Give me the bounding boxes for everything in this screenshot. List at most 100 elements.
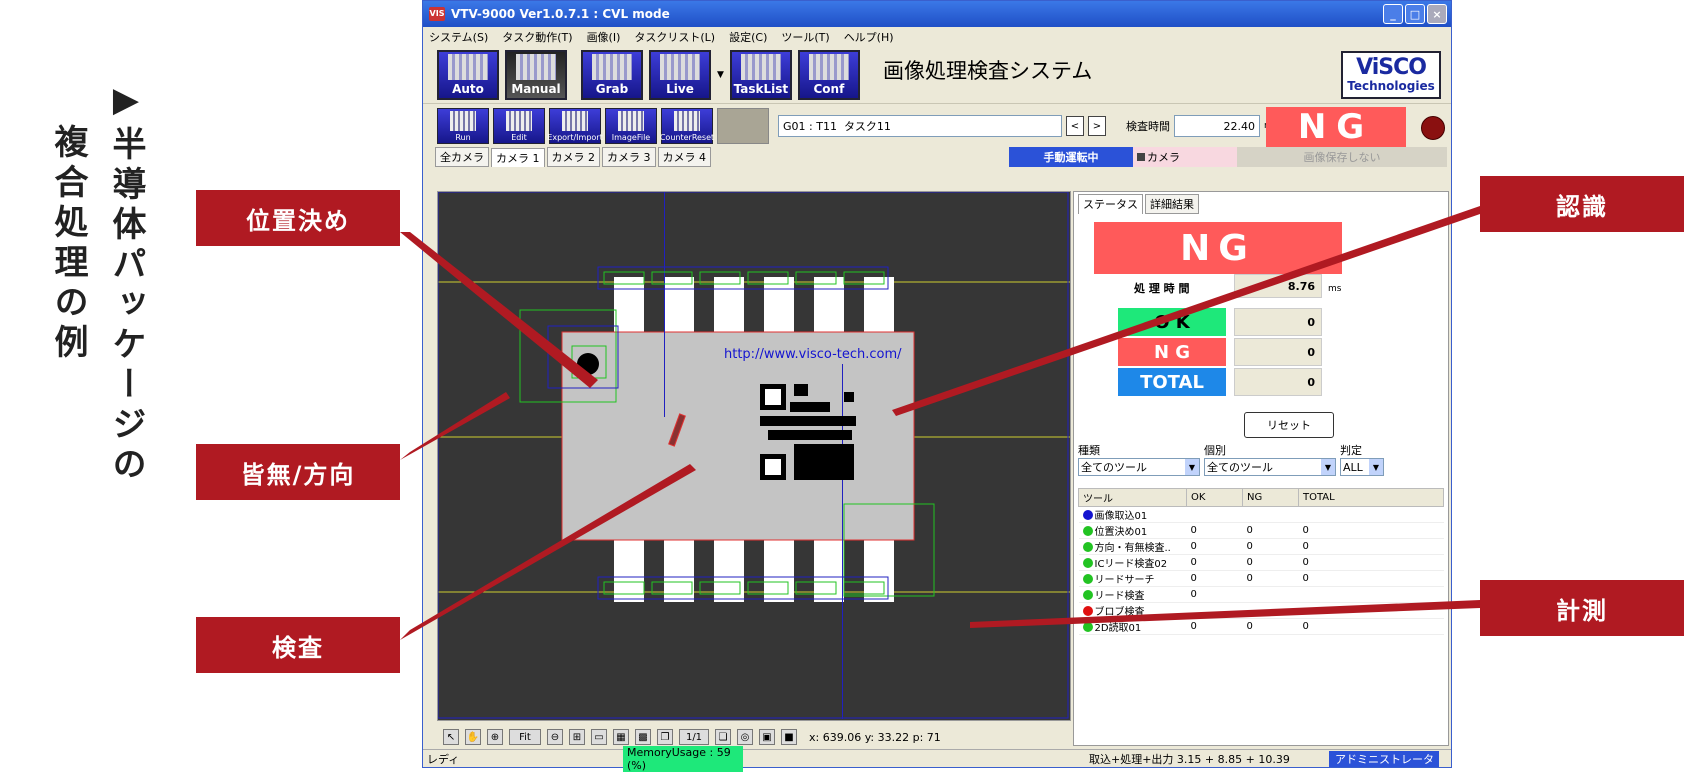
zoom-out-icon[interactable]: ⊖ — [547, 729, 563, 745]
total-label: TOTAL — [1118, 368, 1226, 396]
cell-ng: 0 — [1242, 570, 1299, 587]
tab-all-cameras[interactable]: 全カメラ — [435, 147, 489, 167]
layers-icon[interactable]: ❐ — [657, 729, 673, 745]
tab-camera-4[interactable]: カメラ 4 — [657, 147, 711, 167]
auto-button[interactable]: Auto — [437, 50, 499, 100]
fit-button[interactable]: Fit — [509, 729, 541, 745]
cell-ok: 0 — [1186, 570, 1243, 587]
tool-name-cell: 方向・有無検査.. — [1078, 538, 1187, 555]
maximize-button[interactable]: □ — [1405, 4, 1425, 24]
panel-tabs: ステータス 詳細結果 — [1074, 192, 1448, 216]
video-camera-icon — [660, 54, 700, 80]
menu-settings[interactable]: 設定(C) — [729, 29, 767, 45]
system-name: 画像処理検査システム — [883, 59, 1093, 83]
menu-task-list[interactable]: タスクリスト(L) — [634, 29, 715, 45]
tool-name-cell: リード検査 — [1078, 586, 1187, 603]
save-status: 画像保存しない — [1237, 147, 1447, 167]
filter-judge-value: ALL — [1343, 460, 1363, 474]
reset-button[interactable]: リセット — [1244, 412, 1334, 438]
close-button[interactable]: × — [1427, 4, 1447, 24]
ng-label: N G — [1118, 338, 1226, 366]
window-icon[interactable]: ▭ — [591, 729, 607, 745]
filter-judge-select[interactable]: ALL ▼ — [1340, 458, 1384, 476]
table-row[interactable]: ICリード検査02 0 0 0 — [1078, 554, 1444, 571]
table-row[interactable]: リード検査 0 — [1078, 586, 1444, 603]
table-row[interactable]: リードサーチ 0 0 0 — [1078, 570, 1444, 587]
pointer-icon[interactable]: ↖ — [443, 729, 459, 745]
table-row[interactable]: 画像取込01 — [1078, 506, 1444, 523]
tab-camera-2[interactable]: カメラ 2 — [546, 147, 600, 167]
cell-ok: 0 — [1186, 554, 1243, 571]
prev-task-button[interactable]: < — [1066, 116, 1084, 136]
menu-system[interactable]: システム(S) — [429, 29, 488, 45]
menu-task-action[interactable]: タスク動作(T) — [502, 29, 572, 45]
cell-total: 0 — [1298, 570, 1444, 587]
table-row[interactable]: 2D読取01 0 0 0 — [1078, 618, 1444, 635]
cell-ng — [1242, 586, 1299, 603]
live-dropdown-icon[interactable]: ▼ — [717, 70, 724, 80]
col-total[interactable]: TOTAL — [1298, 488, 1444, 507]
task-name: タスク11 — [843, 120, 891, 133]
live-button[interactable]: Live — [649, 50, 711, 100]
cell-total — [1298, 602, 1444, 619]
menu-help[interactable]: ヘルプ(H) — [844, 29, 894, 45]
tool-name: リードサーチ — [1094, 575, 1155, 586]
minimize-button[interactable]: _ — [1383, 4, 1403, 24]
camera-icon — [1137, 153, 1145, 161]
image-viewer[interactable]: http://www.visco-tech.com/ — [437, 191, 1071, 721]
filter-type-select[interactable]: 全てのツール ▼ — [1078, 458, 1200, 476]
col-ng[interactable]: NG — [1242, 488, 1299, 507]
edit-button[interactable]: Edit — [493, 107, 545, 144]
tasklist-button[interactable]: TaskList — [729, 50, 792, 100]
tool-name: 位置決め01 — [1094, 527, 1148, 538]
filter-item-select[interactable]: 全てのツール ▼ — [1204, 458, 1336, 476]
task-field[interactable]: G01 : T11 タスク11 — [778, 115, 1062, 137]
app-icon: VIS — [429, 7, 445, 21]
status-dot-icon — [1082, 590, 1093, 600]
tab-status[interactable]: ステータス — [1078, 194, 1143, 214]
mask-icon[interactable]: ◎ — [737, 729, 753, 745]
tiles-icon[interactable]: ▩ — [635, 729, 651, 745]
tab-detail[interactable]: 詳細結果 — [1145, 194, 1199, 214]
grab-button[interactable]: Grab — [581, 50, 643, 100]
run-button[interactable]: Run — [437, 107, 489, 144]
cell-ng: 0 — [1242, 522, 1299, 539]
menu-tools[interactable]: ツール(T) — [781, 29, 829, 45]
blank-button[interactable] — [717, 107, 769, 144]
tab-camera-1[interactable]: カメラ 1 — [491, 148, 545, 167]
col-ok[interactable]: OK — [1186, 488, 1243, 507]
status-ready: レディ — [427, 752, 460, 766]
result-indicator: NG — [1266, 107, 1406, 147]
table-row[interactable]: 方向・有無検査.. 0 0 0 — [1078, 538, 1444, 555]
table-row[interactable]: ブロブ検査 — [1078, 602, 1444, 619]
counter-reset-button[interactable]: CounterReset — [660, 107, 714, 144]
export-label: Export/Import — [547, 132, 603, 142]
callout-inspection: 検査 — [196, 617, 400, 673]
tab-camera-3[interactable]: カメラ 3 — [602, 147, 656, 167]
manual-button[interactable]: Manual — [505, 50, 567, 100]
next-task-button[interactable]: > — [1088, 116, 1106, 136]
menu-image[interactable]: 画像(I) — [587, 29, 621, 45]
inspection-image: http://www.visco-tech.com/ — [437, 191, 1070, 720]
grid-dropdown-icon[interactable]: ▦ — [613, 729, 629, 745]
col-tool[interactable]: ツール — [1078, 488, 1187, 507]
table-row[interactable]: 位置決め01 0 0 0 — [1078, 522, 1444, 539]
zoom-in-icon[interactable]: ⊕ — [487, 729, 503, 745]
conf-icon — [808, 54, 849, 80]
imagefile-button[interactable]: ImageFile — [605, 107, 657, 144]
tool-name-cell: 位置決め01 — [1078, 522, 1187, 539]
callout-position: 位置決め — [196, 190, 400, 246]
status-dot-icon — [1082, 510, 1093, 520]
conf-button[interactable]: Conf — [797, 50, 860, 100]
save-image-icon[interactable]: ▣ — [759, 729, 775, 745]
status-dot-icon — [1082, 606, 1093, 616]
hand-icon[interactable]: ✋ — [465, 729, 481, 745]
color-icon[interactable]: ■ — [781, 729, 797, 745]
grid-icon[interactable]: ⊞ — [569, 729, 585, 745]
copy-icon[interactable]: ❏ — [715, 729, 731, 745]
panel-result: NG — [1094, 222, 1342, 274]
cell-ok: 0 — [1186, 586, 1243, 603]
export-import-button[interactable]: Export/Import — [547, 107, 603, 144]
time-value: 22.40 — [1174, 115, 1260, 137]
cell-ng — [1242, 506, 1299, 523]
